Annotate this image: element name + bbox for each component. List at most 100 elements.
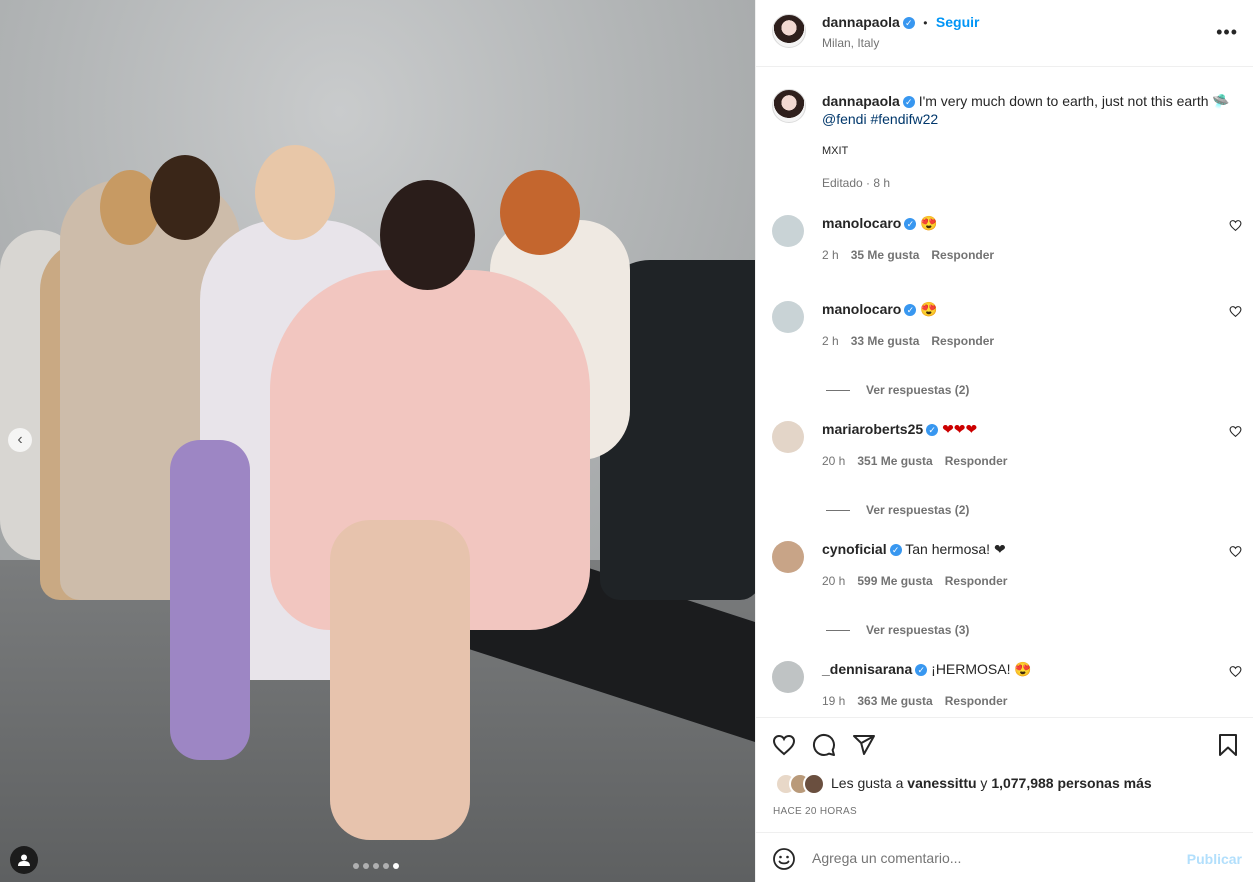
caption-hashtag[interactable]: #fendifw22: [870, 111, 938, 127]
follow-button[interactable]: Seguir: [936, 14, 980, 30]
comment-likes[interactable]: 599 Me gusta: [857, 574, 932, 588]
verified-badge-icon: ✓: [904, 218, 917, 231]
bookmark-save-icon[interactable]: [1216, 733, 1240, 757]
replies-line: [826, 390, 850, 392]
verified-badge-icon: ✓: [889, 544, 902, 557]
comment-username[interactable]: _dennisarana: [822, 661, 912, 677]
image-head: [500, 170, 580, 255]
post-location[interactable]: Milan, Italy: [822, 36, 879, 50]
reply-button[interactable]: Responder: [931, 334, 994, 348]
comment-like-heart-icon[interactable]: [1229, 545, 1242, 558]
comment-time[interactable]: 2 h: [822, 248, 839, 262]
comment-username[interactable]: cynoficial: [822, 541, 887, 557]
more-options-icon[interactable]: •••: [1216, 22, 1238, 43]
comments-list[interactable]: dannapaola ✓ I'm very much down to earth,…: [756, 67, 1253, 717]
comment-time[interactable]: 20 h: [822, 454, 845, 468]
verified-badge-icon: ✓: [926, 424, 939, 437]
comment-text: 😍: [920, 301, 938, 317]
image-head: [380, 180, 475, 290]
likes-user[interactable]: vanessittu: [907, 775, 976, 791]
comment-likes[interactable]: 351 Me gusta: [857, 454, 932, 468]
post-actions: Les gusta a vanessittu y 1,077,988 perso…: [756, 717, 1253, 833]
header-separator: •: [923, 16, 928, 30]
post-image[interactable]: ‹: [0, 0, 755, 882]
comment-like-heart-icon[interactable]: [1229, 665, 1242, 678]
commenter-avatar[interactable]: [772, 215, 804, 247]
caption: dannapaola ✓ I'm very much down to earth,…: [822, 92, 1232, 192]
like-heart-icon[interactable]: [772, 733, 796, 757]
likes-summary[interactable]: Les gusta a vanessittu y 1,077,988 perso…: [831, 775, 1152, 791]
comment-time[interactable]: 19 h: [822, 694, 845, 708]
view-replies-button[interactable]: Ver respuestas (2): [826, 503, 969, 517]
replies-line: [826, 510, 850, 512]
verified-badge-icon: ✓: [902, 16, 915, 29]
publish-button[interactable]: Publicar: [1187, 851, 1242, 867]
reply-button[interactable]: Responder: [945, 574, 1008, 588]
comment-like-heart-icon[interactable]: [1229, 425, 1242, 438]
verified-badge-icon: ✓: [915, 664, 928, 677]
comment-time[interactable]: 20 h: [822, 574, 845, 588]
reply-button[interactable]: Responder: [945, 694, 1008, 708]
comment-item: manolocaro ✓ 😍 2 h 33 Me gusta Responder: [756, 291, 1253, 361]
likes-prefix: Les gusta a: [831, 775, 904, 791]
image-legs: [170, 440, 250, 760]
comment-username[interactable]: mariaroberts25: [822, 421, 923, 437]
comment-time[interactable]: 2 h: [822, 334, 839, 348]
comment-likes[interactable]: 33 Me gusta: [851, 334, 920, 348]
comment-item: manolocaro ✓ 😍 2 h 35 Me gusta Responder: [756, 205, 1253, 275]
post-side-panel: dannapaola ✓ • Seguir Milan, Italy ••• da…: [755, 0, 1253, 882]
comment-like-heart-icon[interactable]: [1229, 219, 1242, 232]
post-header: dannapaola ✓ • Seguir Milan, Italy •••: [756, 0, 1253, 67]
reply-button[interactable]: Responder: [931, 248, 994, 262]
verified-badge-icon: ✓: [902, 96, 915, 109]
image-legs: [330, 520, 470, 840]
comment-item: cynoficial ✓ Tan hermosa! ❤ 20 h 599 Me gu…: [756, 531, 1253, 601]
commenter-avatar[interactable]: [772, 301, 804, 333]
post-timestamp[interactable]: HACE 20 HORAS: [773, 806, 857, 817]
commenter-avatar[interactable]: [772, 421, 804, 453]
caption-text: I'm very much down to earth, just not th…: [918, 93, 1230, 109]
view-replies-button[interactable]: Ver respuestas (2): [826, 383, 969, 397]
comment-box: Publicar: [756, 832, 1253, 883]
caption-meta: Editado · 8 h: [822, 176, 891, 190]
comment-text: Tan hermosa! ❤: [905, 541, 1006, 557]
carousel-dot: [373, 863, 379, 869]
carousel-dots: [353, 863, 399, 869]
tagged-users-icon[interactable]: [10, 846, 38, 874]
comment-likes[interactable]: 35 Me gusta: [851, 248, 920, 262]
author-avatar[interactable]: [772, 14, 806, 48]
caption-mention[interactable]: @fendi: [822, 111, 867, 127]
view-replies-label: Ver respuestas (3): [866, 623, 970, 637]
image-head: [150, 155, 220, 240]
caption-username[interactable]: dannapaola: [822, 93, 900, 109]
caption-avatar[interactable]: [772, 89, 806, 123]
previous-arrow-icon[interactable]: ‹: [8, 428, 32, 452]
replies-line: [826, 630, 850, 632]
comment-bubble-icon[interactable]: [812, 733, 836, 757]
emoji-icon[interactable]: [772, 847, 796, 871]
comment-username[interactable]: manolocaro: [822, 301, 901, 317]
carousel-dot: [353, 863, 359, 869]
comment-item: _dennisarana ✓ ¡HERMOSA! 😍 19 h 363 Me gus…: [756, 651, 1253, 717]
view-replies-label: Ver respuestas (2): [866, 503, 970, 517]
likes-connector: y: [980, 775, 988, 791]
comment-text: ¡HERMOSA! 😍: [931, 661, 1032, 677]
liker-avatar: [803, 773, 825, 795]
commenter-avatar[interactable]: [772, 541, 804, 573]
view-replies-button[interactable]: Ver respuestas (3): [826, 623, 969, 637]
comment-like-heart-icon[interactable]: [1229, 305, 1242, 318]
comment-likes[interactable]: 363 Me gusta: [857, 694, 932, 708]
verified-badge-icon: ✓: [904, 304, 917, 317]
commenter-avatar[interactable]: [772, 661, 804, 693]
reply-button[interactable]: Responder: [945, 454, 1008, 468]
view-replies-label: Ver respuestas (2): [866, 383, 970, 397]
likes-count[interactable]: 1,077,988 personas más: [991, 775, 1151, 791]
comment-username[interactable]: manolocaro: [822, 215, 901, 231]
image-head: [255, 145, 335, 240]
comment-item: mariaroberts25 ✓ ❤❤❤ 20 h 351 Me gusta Resp…: [756, 411, 1253, 481]
share-send-icon[interactable]: [852, 733, 876, 757]
carousel-dot-active: [393, 863, 399, 869]
comment-text: 😍: [920, 215, 938, 231]
author-username[interactable]: dannapaola: [822, 14, 900, 30]
comment-input[interactable]: [812, 850, 1152, 866]
